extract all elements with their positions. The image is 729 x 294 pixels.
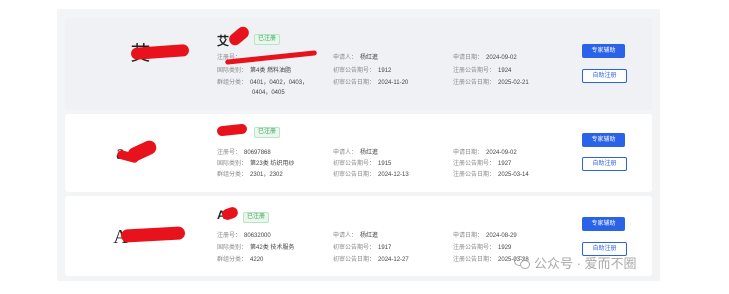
- status-badge: 已注册: [254, 127, 281, 138]
- expert-assist-button[interactable]: 专家辅助: [582, 217, 625, 231]
- redaction-mark: [130, 43, 190, 61]
- prelim-date-field: 初审公告日期： 2024-12-27: [333, 257, 409, 263]
- applicant-field: 申请人： 杨红進: [333, 233, 379, 239]
- group-field: 群组分类： 4220: [217, 257, 264, 263]
- trademark-logo: a: [87, 134, 195, 172]
- prelim-no-field: 初审公告期号： 1912: [333, 68, 392, 74]
- redaction-mark: [120, 226, 186, 243]
- reg-pub-date-field: 注册公告日期： 2025-03-14: [453, 172, 529, 178]
- reg-pub-no-field: 注册公告期号： 1924: [453, 68, 512, 74]
- apply-date-field: 申请日期： 2024-09-02: [453, 150, 517, 156]
- redaction-mark: [216, 123, 248, 137]
- reg-pub-no-field: 注册公告期号： 1929: [453, 245, 512, 251]
- prelim-no-field: 初审公告期号： 1915: [333, 161, 392, 167]
- group-field: 群组分类： 2301，2302: [217, 172, 283, 178]
- reg-no-field: 注册号： 80697868: [217, 150, 271, 156]
- reg-pub-no-field: 注册公告期号： 1927: [453, 161, 512, 167]
- prelim-no-field: 初审公告期号： 1917: [333, 245, 392, 251]
- class-field: 国际类别： 第42类 技术服务: [217, 245, 295, 251]
- apply-date-field: 申请日期： 2024-08-29: [453, 233, 517, 239]
- trademark-card[interactable]: a 已注册 注册号：80697868 国际类别：第23类 纺织用纱 群组分类：2…: [65, 114, 652, 192]
- class-field: 国际类别： 第4类 燃料油脂: [217, 68, 292, 74]
- trademark-logo: 艾: [87, 32, 195, 70]
- expert-assist-button[interactable]: 专家辅助: [582, 133, 625, 147]
- reg-pub-date-field: 注册公告日期： 2025-02-21: [453, 80, 529, 86]
- trademark-name: 艾: [217, 34, 230, 48]
- self-register-button[interactable]: 自助注册: [582, 157, 627, 171]
- status-badge: 已注册: [254, 34, 281, 45]
- expert-assist-button[interactable]: 专家辅助: [582, 44, 625, 58]
- trademark-logo: A: [87, 218, 195, 256]
- group-field-cont: 0404，0405: [252, 90, 285, 96]
- prelim-date-field: 初审公告日期： 2024-12-13: [333, 172, 409, 178]
- redaction-mark: [226, 24, 252, 48]
- redaction-mark: [224, 50, 318, 65]
- wechat-icon: [514, 256, 530, 269]
- trademark-card[interactable]: 艾 艾 已注册 注册号： 国际类别：第4类 燃料油脂 群组分类：0401，040…: [65, 18, 652, 110]
- group-field: 群组分类： 0401，0402，0403，: [217, 80, 309, 86]
- self-register-button[interactable]: 自助注册: [582, 69, 627, 83]
- applicant-field: 申请人： 杨红進: [333, 55, 379, 61]
- prelim-date-field: 初审公告日期： 2024-11-20: [333, 80, 409, 86]
- status-badge: 已注册: [243, 212, 270, 223]
- class-field: 国际类别： 第23类 纺织用纱: [217, 161, 295, 167]
- reg-no-field: 注册号： 80632000: [217, 233, 271, 239]
- watermark-text: 公众号 · 爱而不圈: [534, 256, 637, 271]
- apply-date-field: 申请日期： 2024-09-02: [453, 55, 517, 61]
- applicant-field: 申请人： 杨红進: [333, 150, 379, 156]
- watermark: 公众号 · 爱而不圈: [514, 253, 637, 272]
